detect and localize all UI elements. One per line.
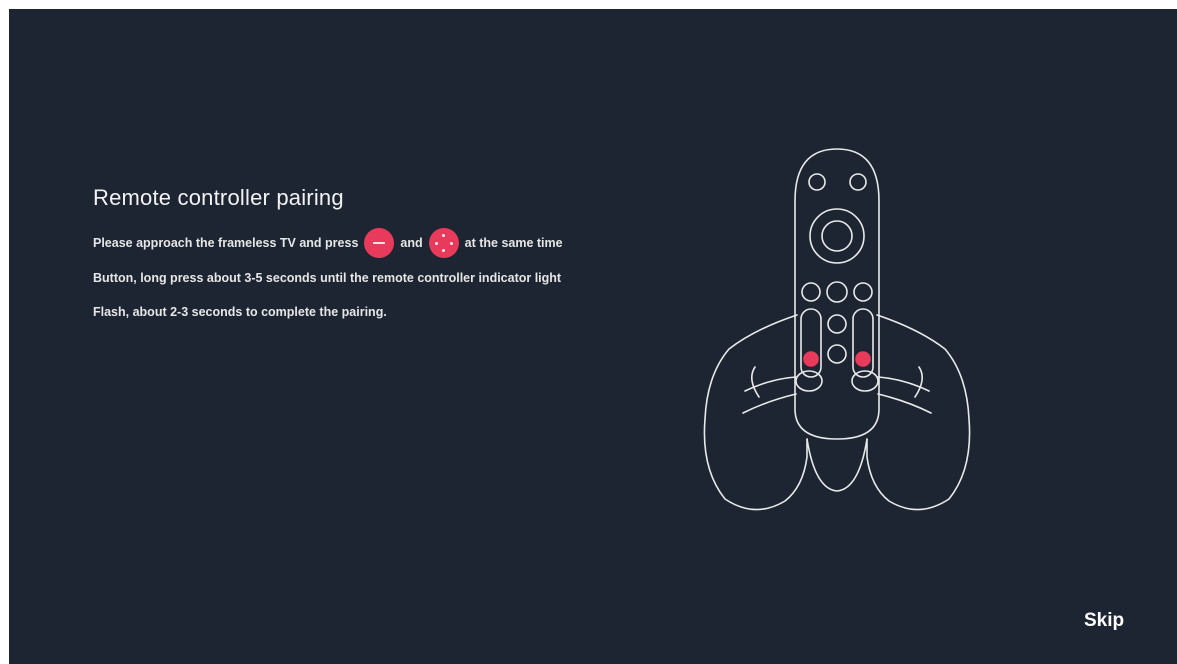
instruction-text-end: at the same time — [464, 236, 563, 250]
right-thumb — [851, 370, 879, 392]
pairing-screen: Remote controller pairing Please approac… — [9, 9, 1177, 664]
minus-button-icon — [364, 228, 395, 258]
instruction-text-start: Please approach the frameless TV and pre… — [93, 236, 359, 250]
instruction-line-1: Please approach the frameless TV and pre… — [93, 228, 563, 258]
remote-center-button-1 — [827, 314, 847, 334]
remote-dpad-center — [821, 220, 853, 252]
pressed-minus-highlight — [803, 351, 819, 367]
palm-curve — [806, 438, 868, 492]
remote-mic-button — [849, 173, 867, 191]
right-hand — [866, 314, 971, 511]
remote-body — [794, 148, 880, 440]
hands-holding-remote-illustration — [703, 148, 971, 511]
remote-left-button — [801, 282, 821, 302]
instruction-line-3: Flash, about 2-3 seconds to complete the… — [93, 305, 387, 319]
remote-dpad-outer — [809, 208, 865, 264]
left-hand — [703, 314, 808, 511]
skip-button[interactable]: Skip — [1084, 610, 1124, 632]
remote-power-button — [808, 173, 826, 191]
dpad-button-icon — [428, 228, 459, 258]
instruction-text-and: and — [400, 236, 423, 250]
pressed-dpad-highlight — [855, 351, 871, 367]
page-title: Remote controller pairing — [93, 185, 344, 210]
remote-center-button-2 — [827, 344, 847, 364]
left-thumb — [795, 370, 823, 392]
instruction-line-2: Button, long press about 3-5 seconds unt… — [93, 271, 562, 285]
remote-right-button — [853, 282, 873, 302]
remote-home-button — [826, 281, 848, 303]
